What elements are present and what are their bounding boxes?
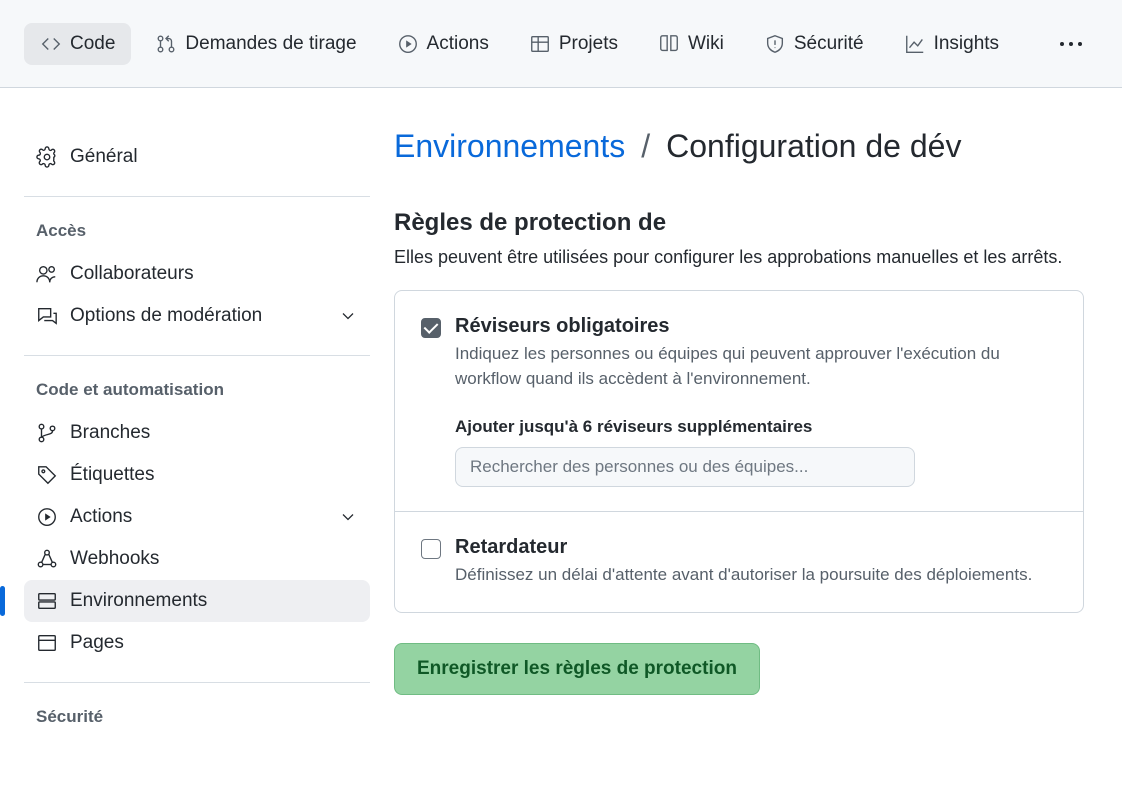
- settings-sidebar: Général Accès Collaborateurs Options de …: [24, 88, 394, 757]
- tab-overflow-menu[interactable]: [1044, 30, 1098, 58]
- sidebar-item-moderation[interactable]: Options de modération: [24, 295, 370, 337]
- tab-projects-label: Projets: [559, 33, 618, 55]
- dot-icon: [1078, 42, 1082, 46]
- play-circle-icon: [397, 33, 419, 55]
- content-area: Environnements / Configuration de dév Rè…: [394, 88, 1084, 757]
- divider: [24, 355, 370, 356]
- browser-icon: [36, 632, 58, 654]
- rule-required-reviewers: Réviseurs obligatoires Indiquez les pers…: [395, 291, 1083, 511]
- tab-pull-requests-label: Demandes de tirage: [185, 33, 356, 55]
- breadcrumb-separator: /: [641, 128, 650, 165]
- divider: [24, 682, 370, 683]
- sidebar-heading-code-automation: Code et automatisation: [24, 374, 370, 412]
- git-pull-request-icon: [155, 33, 177, 55]
- sidebar-item-label: Options de modération: [70, 305, 262, 327]
- add-reviewers-label: Ajouter jusqu'à 6 réviseurs supplémentai…: [455, 417, 1057, 437]
- sidebar-item-label: Branches: [70, 422, 150, 444]
- tab-code[interactable]: Code: [24, 23, 131, 65]
- sidebar-item-actions[interactable]: Actions: [24, 496, 370, 538]
- divider: [24, 196, 370, 197]
- tab-actions-label: Actions: [427, 33, 489, 55]
- repo-tabbar: Code Demandes de tirage Actions Projets …: [0, 0, 1122, 88]
- tab-actions[interactable]: Actions: [381, 23, 505, 65]
- tab-security[interactable]: Sécurité: [748, 23, 880, 65]
- sidebar-item-label: Webhooks: [70, 548, 159, 570]
- chevron-down-icon: [338, 306, 358, 326]
- tab-security-label: Sécurité: [794, 33, 864, 55]
- rule-title: Retardateur: [455, 536, 1032, 559]
- sidebar-item-label: Général: [70, 146, 138, 168]
- wait-timer-checkbox[interactable]: [421, 539, 441, 559]
- tab-insights[interactable]: Insights: [888, 23, 1015, 65]
- sidebar-item-label: Pages: [70, 632, 124, 654]
- tab-wiki[interactable]: Wiki: [642, 23, 740, 65]
- sidebar-item-label: Collaborateurs: [70, 263, 194, 285]
- tab-wiki-label: Wiki: [688, 33, 724, 55]
- breadcrumb-current: Configuration de dév: [666, 128, 961, 165]
- tag-icon: [36, 464, 58, 486]
- graph-icon: [904, 33, 926, 55]
- reviewers-search-input[interactable]: [455, 447, 915, 487]
- webhook-icon: [36, 548, 58, 570]
- people-icon: [36, 263, 58, 285]
- tab-projects[interactable]: Projets: [513, 23, 634, 65]
- tab-pull-requests[interactable]: Demandes de tirage: [139, 23, 372, 65]
- protection-rules-box: Réviseurs obligatoires Indiquez les pers…: [394, 290, 1084, 613]
- play-circle-icon: [36, 506, 58, 528]
- tab-insights-label: Insights: [934, 33, 999, 55]
- rule-desc: Indiquez les personnes ou équipes qui pe…: [455, 342, 1057, 391]
- breadcrumb-parent-link[interactable]: Environnements: [394, 128, 625, 165]
- shield-icon: [764, 33, 786, 55]
- sidebar-item-pages[interactable]: Pages: [24, 622, 370, 664]
- gear-icon: [36, 146, 58, 168]
- save-protection-rules-button[interactable]: Enregistrer les règles de protection: [394, 643, 760, 695]
- required-reviewers-checkbox[interactable]: [421, 318, 441, 338]
- dot-icon: [1060, 42, 1064, 46]
- rule-desc: Définissez un délai d'attente avant d'au…: [455, 563, 1032, 588]
- book-icon: [658, 33, 680, 55]
- breadcrumb: Environnements / Configuration de dév: [394, 128, 1084, 165]
- comment-discussion-icon: [36, 305, 58, 327]
- protection-rules-title: Règles de protection de: [394, 209, 1084, 237]
- tab-code-label: Code: [70, 33, 115, 55]
- server-icon: [36, 590, 58, 612]
- sidebar-item-label: Actions: [70, 506, 132, 528]
- dot-icon: [1069, 42, 1073, 46]
- git-branch-icon: [36, 422, 58, 444]
- sidebar-item-collaborators[interactable]: Collaborateurs: [24, 253, 370, 295]
- sidebar-item-general[interactable]: Général: [24, 136, 370, 178]
- sidebar-heading-access: Accès: [24, 215, 370, 253]
- sidebar-heading-security: Sécurité: [24, 701, 370, 739]
- rule-title: Réviseurs obligatoires: [455, 315, 1057, 338]
- chevron-down-icon: [338, 507, 358, 527]
- sidebar-item-environments[interactable]: Environnements: [24, 580, 370, 622]
- table-icon: [529, 33, 551, 55]
- sidebar-item-label: Étiquettes: [70, 464, 155, 486]
- protection-rules-desc: Elles peuvent être utilisées pour config…: [394, 245, 1084, 270]
- sidebar-item-label: Environnements: [70, 590, 207, 612]
- code-icon: [40, 33, 62, 55]
- sidebar-item-webhooks[interactable]: Webhooks: [24, 538, 370, 580]
- rule-wait-timer: Retardateur Définissez un délai d'attent…: [395, 511, 1083, 612]
- sidebar-item-tags[interactable]: Étiquettes: [24, 454, 370, 496]
- sidebar-item-branches[interactable]: Branches: [24, 412, 370, 454]
